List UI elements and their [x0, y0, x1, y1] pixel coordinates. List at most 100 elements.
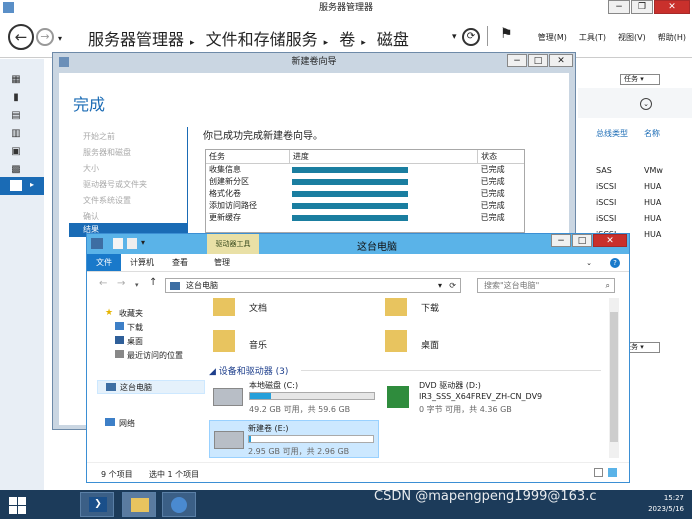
nav-desktop[interactable]: 桌面 — [127, 336, 143, 347]
status-bar: 9 个项目 选中 1 个项目 — [87, 462, 629, 482]
step-before-you-begin[interactable]: 开始之前 — [83, 131, 115, 142]
step-confirm[interactable]: 确认 — [83, 211, 99, 222]
nav-this-pc[interactable]: 这台电脑 — [97, 380, 205, 394]
dashboard-icon[interactable]: ▦ — [10, 74, 22, 85]
maximize-button[interactable]: ❐ — [631, 0, 653, 14]
search-icon[interactable]: ⌕ — [606, 279, 610, 292]
step-server-disk[interactable]: 服务器和磁盘 — [83, 147, 131, 158]
recent-dropdown-icon[interactable]: ▾ — [135, 281, 139, 289]
breadcrumb-item[interactable]: 服务器管理器 — [88, 30, 184, 49]
maximize-button[interactable]: □ — [572, 234, 592, 247]
app-icon — [3, 2, 14, 13]
tab-file[interactable]: 文件 — [87, 254, 121, 271]
flag-icon[interactable]: ⚑ — [500, 26, 513, 42]
search-input[interactable]: 搜索"这台电脑" ⌕ — [477, 278, 615, 293]
all-servers-icon[interactable]: ▤ — [10, 110, 22, 121]
properties-icon[interactable] — [113, 238, 123, 249]
divider — [187, 127, 188, 237]
back-icon[interactable]: ← — [99, 278, 107, 289]
help-icon[interactable]: ? — [601, 254, 629, 271]
sidebar-item-file-storage[interactable]: ▸ — [0, 177, 44, 195]
task-progress — [289, 200, 477, 212]
minimize-button[interactable]: − — [507, 54, 527, 67]
drive-label: IR3_SSS_X64FREV_ZH-CN_DV9 — [419, 392, 543, 401]
clock[interactable]: 15:27 2023/5/16 — [648, 493, 684, 515]
history-dropdown-icon[interactable]: ▾ — [58, 34, 62, 43]
tab-manage[interactable]: 管理 — [205, 254, 239, 271]
tasks-dropdown[interactable]: 任务 ▾ — [620, 74, 660, 85]
details-view-icon[interactable] — [594, 468, 603, 477]
maximize-button[interactable]: □ — [528, 54, 548, 67]
devices-header-label: 设备和驱动器 (3) — [218, 367, 289, 377]
menu-help[interactable]: 帮助(H) — [658, 32, 686, 43]
drive-tools-tab[interactable]: 驱动器工具 — [207, 234, 259, 254]
expand-ribbon-icon[interactable]: ⌄ — [577, 254, 601, 271]
forward-icon[interactable]: → — [36, 28, 54, 46]
vertical-scrollbar[interactable] — [609, 298, 619, 458]
breadcrumb-item[interactable]: 磁盘 — [377, 30, 409, 49]
nav-downloads[interactable]: 下载 — [127, 322, 143, 333]
new-folder-icon[interactable] — [127, 238, 137, 249]
start-button[interactable] — [0, 490, 34, 519]
drive-d[interactable]: DVD 驱动器 (D:) IR3_SSS_X64FREV_ZH-CN_DV9 0… — [383, 380, 583, 416]
column-bus-type[interactable]: 总线类型 — [596, 128, 628, 139]
step-filesystem[interactable]: 文件系统设置 — [83, 195, 131, 206]
column-name[interactable]: 名称 — [644, 128, 660, 139]
breadcrumb-item[interactable]: 卷 — [339, 30, 355, 49]
storage-icon[interactable]: ▩ — [10, 164, 22, 175]
server-manager-icon[interactable] — [162, 492, 196, 517]
qat-dropdown-icon[interactable]: ▾ — [141, 238, 145, 247]
folder-downloads[interactable]: 下载 — [421, 301, 439, 314]
address-bar[interactable]: 这台电脑 ▾ ⟳ — [165, 278, 461, 293]
large-icons-view-icon[interactable] — [608, 468, 617, 477]
drive-e[interactable]: 新建卷 (E:) 2.95 GB 可用，共 2.96 GB — [209, 420, 379, 458]
file-services-icon[interactable]: ▥ — [10, 128, 22, 139]
task-name: 格式化卷 — [209, 189, 241, 198]
menu-view[interactable]: 视图(V) — [618, 32, 646, 43]
breadcrumb-item[interactable]: 文件和存储服务 — [206, 30, 318, 49]
step-drive-letter[interactable]: 驱动器号或文件夹 — [83, 179, 147, 190]
drive-usage-fill — [249, 436, 252, 442]
close-button[interactable]: ✕ — [593, 234, 627, 247]
drive-name: 新建卷 (E:) — [248, 424, 289, 433]
up-icon[interactable]: ↑ — [149, 277, 157, 288]
local-server-icon[interactable]: ▮ — [10, 92, 22, 103]
minimize-button[interactable]: − — [551, 234, 571, 247]
nav-favorites[interactable]: 收藏夹 — [119, 308, 143, 319]
close-button[interactable]: ✕ — [654, 0, 690, 14]
refresh-icon[interactable]: ⟳ — [449, 279, 456, 292]
refresh-icon[interactable]: ⟳ — [462, 28, 480, 46]
nav-network[interactable]: 网络 — [119, 418, 135, 429]
step-size[interactable]: 大小 — [83, 163, 99, 174]
selected-count: 选中 1 个项目 — [149, 470, 200, 479]
column-task[interactable]: 任务 — [206, 150, 290, 164]
expand-icon[interactable]: ⌄ — [640, 98, 652, 110]
iis-icon[interactable]: ▣ — [10, 146, 22, 157]
drive-info: 2.95 GB 可用，共 2.96 GB — [248, 447, 350, 456]
folder-desktop[interactable]: 桌面 — [421, 338, 439, 351]
nav-recent[interactable]: 最近访问的位置 — [127, 350, 183, 361]
folder-documents[interactable]: 文档 — [249, 301, 267, 314]
address-dropdown-icon[interactable]: ▾ — [438, 279, 442, 292]
forward-icon[interactable]: → — [117, 278, 125, 289]
task-progress — [289, 188, 477, 200]
column-status[interactable]: 状态 — [477, 150, 524, 164]
column-progress[interactable]: 进度 — [288, 150, 478, 164]
folder-music[interactable]: 音乐 — [249, 338, 267, 351]
scrollbar-thumb[interactable] — [610, 312, 618, 442]
close-button[interactable]: ✕ — [549, 54, 573, 67]
tab-computer[interactable]: 计算机 — [121, 254, 163, 271]
devices-header[interactable]: ◢ 设备和驱动器 (3) — [209, 364, 288, 377]
minimize-button[interactable]: − — [608, 0, 630, 14]
tab-view[interactable]: 查看 — [163, 254, 197, 271]
download-icon — [115, 322, 124, 330]
clock-time: 15:27 — [663, 494, 684, 502]
file-explorer-icon[interactable] — [122, 492, 156, 517]
back-icon[interactable]: ← — [8, 24, 34, 50]
menu-tools[interactable]: 工具(T) — [579, 32, 606, 43]
powershell-icon[interactable]: ❯ — [80, 492, 114, 517]
dropdown-icon[interactable]: ▾ — [452, 32, 457, 42]
menu-manage[interactable]: 管理(M) — [538, 32, 567, 43]
drive-c[interactable]: 本地磁盘 (C:) 49.2 GB 可用，共 59.6 GB — [211, 380, 379, 416]
task-status: 已完成 — [480, 165, 505, 175]
